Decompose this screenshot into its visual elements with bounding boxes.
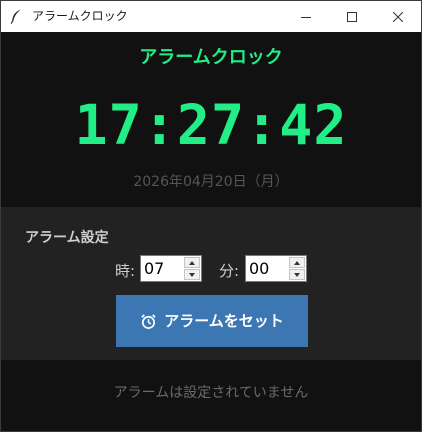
arrow-down-icon — [294, 272, 300, 277]
hour-input[interactable] — [144, 258, 184, 279]
close-button[interactable] — [375, 1, 421, 32]
alarm-status: アラームは設定されていません — [113, 385, 309, 401]
clock-date: 2026年04月20日（月） — [133, 174, 289, 190]
clock-time: 17:27:42 — [74, 93, 348, 157]
alarm-settings-label: アラーム設定 — [25, 230, 109, 246]
feather-icon — [10, 9, 22, 24]
set-alarm-label: アラームをセット — [164, 312, 284, 330]
hour-label: 時: — [115, 262, 136, 280]
minimize-icon — [301, 16, 311, 18]
arrow-down-icon — [189, 272, 195, 277]
minute-input[interactable] — [249, 258, 289, 279]
hour-increment-button[interactable] — [184, 257, 200, 268]
hour-decrement-button[interactable] — [184, 269, 200, 280]
maximize-icon — [347, 11, 357, 22]
hour-spinbox[interactable] — [140, 255, 202, 282]
arrow-up-icon — [294, 260, 300, 265]
minute-label: 分: — [219, 262, 240, 280]
minute-spinbox[interactable] — [245, 255, 307, 282]
minimize-button[interactable] — [283, 1, 329, 32]
alarm-clock-icon — [141, 313, 156, 329]
window-title: アラームクロック — [32, 9, 128, 23]
alarm-settings-panel: アラーム設定 時: 分: アラームをセット — [1, 207, 421, 360]
minute-increment-button[interactable] — [289, 257, 305, 268]
arrow-up-icon — [189, 260, 195, 265]
maximize-button[interactable] — [329, 1, 375, 32]
title-bar[interactable]: アラームクロック — [1, 1, 421, 32]
close-icon — [393, 11, 403, 22]
set-alarm-button[interactable]: アラームをセット — [116, 295, 308, 347]
minute-decrement-button[interactable] — [289, 269, 305, 280]
app-heading: アラームクロック — [139, 47, 283, 68]
app-window: アラームクロック アラームクロック 17:27:42 2026年04月20日（月… — [0, 0, 422, 432]
